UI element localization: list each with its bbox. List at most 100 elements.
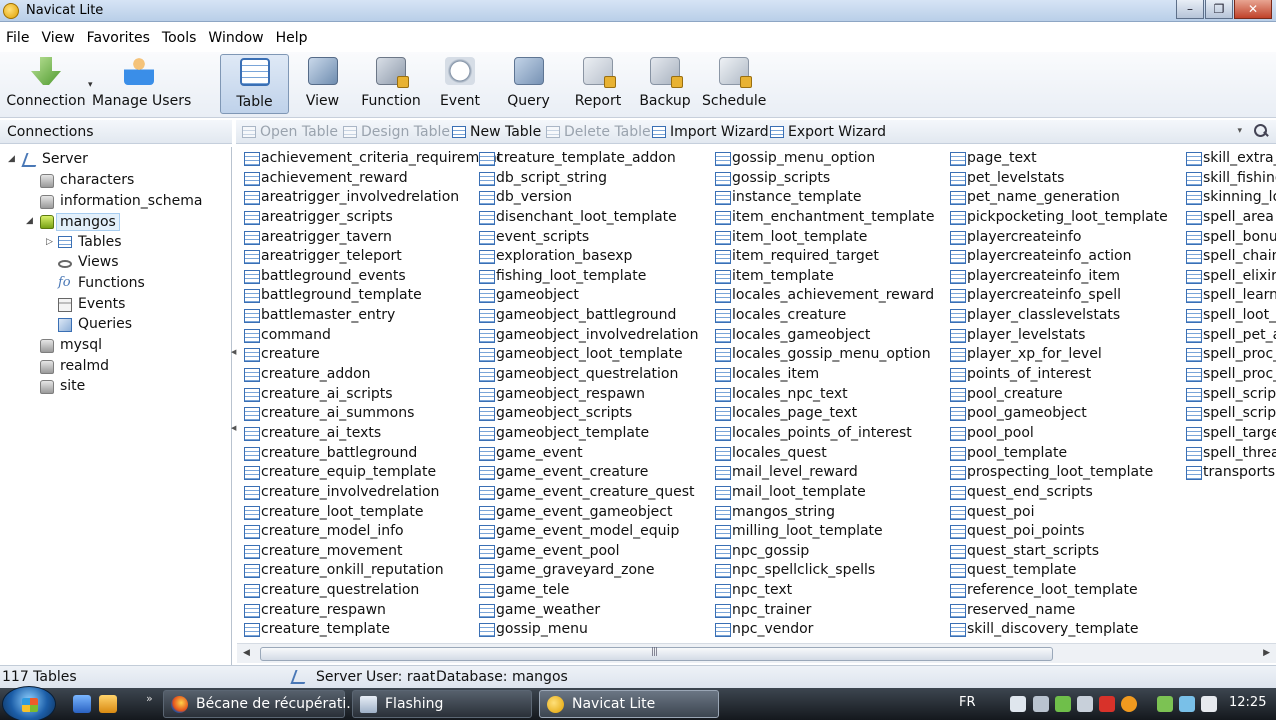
schedule-button[interactable]: Schedule — [702, 54, 766, 114]
table-item[interactable]: areatrigger_tavern — [241, 228, 502, 248]
table-item[interactable]: locales_gossip_menu_option — [712, 345, 934, 365]
table-item[interactable]: spell_elixir — [1183, 267, 1276, 287]
table-item[interactable]: npc_gossip — [712, 542, 934, 562]
table-item[interactable]: gossip_menu_option — [712, 149, 934, 169]
table-item[interactable]: pickpocketing_loot_template — [947, 208, 1168, 228]
table-item[interactable]: creature_model_info — [241, 522, 502, 542]
table-item[interactable]: quest_poi — [947, 503, 1168, 523]
table-item[interactable]: creature_ai_texts — [241, 424, 502, 444]
table-item[interactable]: player_levelstats — [947, 326, 1168, 346]
table-item[interactable]: spell_learn_s — [1183, 286, 1276, 306]
table-item[interactable]: mangos_string — [712, 503, 934, 523]
table-item[interactable]: game_event_model_equip — [476, 522, 699, 542]
table-item[interactable]: quest_start_scripts — [947, 542, 1168, 562]
horizontal-scrollbar[interactable]: ◀ ||| ▶ — [237, 643, 1276, 663]
tree-node-realmd[interactable]: realmd — [40, 357, 220, 377]
table-item[interactable]: playercreateinfo_spell — [947, 286, 1168, 306]
taskbar-item-navicat[interactable]: Navicat Lite — [539, 690, 719, 718]
tree-node-views[interactable]: Views — [58, 253, 178, 273]
table-item[interactable]: points_of_interest — [947, 365, 1168, 385]
table-item[interactable]: instance_template — [712, 188, 934, 208]
table-item[interactable]: spell_pet_au — [1183, 326, 1276, 346]
table-item[interactable]: locales_gameobject — [712, 326, 934, 346]
table-item[interactable]: creature_ai_scripts — [241, 385, 502, 405]
table-item[interactable]: pool_gameobject — [947, 404, 1168, 424]
menu-help[interactable]: Help — [270, 27, 314, 49]
table-item[interactable]: gameobject_loot_template — [476, 345, 699, 365]
language-indicator[interactable]: FR — [959, 695, 976, 710]
table-item[interactable]: spell_proc_it — [1183, 365, 1276, 385]
table-item[interactable]: db_version — [476, 188, 699, 208]
tree-node-events[interactable]: Events — [58, 295, 178, 315]
table-item[interactable]: achievement_reward — [241, 169, 502, 189]
delete-table-button[interactable]: Delete Table — [546, 124, 651, 140]
view-button[interactable]: View — [295, 54, 350, 114]
show-desktop-icon[interactable] — [73, 695, 91, 713]
export-wizard-button[interactable]: Export Wizard — [770, 124, 886, 140]
table-item[interactable]: gameobject_battleground — [476, 306, 699, 326]
media-player-icon[interactable] — [99, 695, 117, 713]
table-item[interactable]: player_classlevelstats — [947, 306, 1168, 326]
table-item[interactable]: creature_respawn — [241, 601, 502, 621]
table-item[interactable]: pet_levelstats — [947, 169, 1168, 189]
import-wizard-button[interactable]: Import Wizard — [652, 124, 769, 140]
table-item[interactable]: gameobject_involvedrelation — [476, 326, 699, 346]
table-item[interactable]: areatrigger_scripts — [241, 208, 502, 228]
table-item[interactable]: game_event_pool — [476, 542, 699, 562]
table-item[interactable]: spell_proc_e — [1183, 345, 1276, 365]
table-item[interactable]: spell_target_ — [1183, 424, 1276, 444]
table-item[interactable]: spell_loot_te — [1183, 306, 1276, 326]
usb-tray-icon[interactable] — [1157, 696, 1173, 712]
table-item[interactable]: spell_script_ — [1183, 404, 1276, 424]
table-item[interactable]: gameobject — [476, 286, 699, 306]
table-item[interactable]: item_loot_template — [712, 228, 934, 248]
quick-launch-more-icon[interactable]: » — [146, 692, 153, 705]
table-item[interactable]: game_tele — [476, 581, 699, 601]
table-item[interactable]: mail_level_reward — [712, 463, 934, 483]
tree-node-information-schema[interactable]: information_schema — [40, 192, 220, 212]
table-item[interactable]: reference_loot_template — [947, 581, 1168, 601]
table-item[interactable]: game_event_creature_quest — [476, 483, 699, 503]
tree-node-mysql[interactable]: mysql — [40, 336, 220, 356]
table-item[interactable]: transports — [1183, 463, 1276, 483]
table-item[interactable]: gossip_scripts — [712, 169, 934, 189]
table-item[interactable]: db_script_string — [476, 169, 699, 189]
open-table-button[interactable]: Open Table — [242, 124, 338, 140]
table-item[interactable]: npc_spellclick_spells — [712, 561, 934, 581]
expand-triangle-icon[interactable]: ▷ — [46, 237, 53, 247]
table-item[interactable]: locales_achievement_reward — [712, 286, 934, 306]
table-item[interactable]: player_xp_for_level — [947, 345, 1168, 365]
menu-window[interactable]: Window — [202, 27, 269, 49]
cloud-tray-icon[interactable] — [1010, 696, 1026, 712]
table-item[interactable]: command — [241, 326, 502, 346]
table-item[interactable]: skill_extra_it — [1183, 149, 1276, 169]
search-icon[interactable] — [1254, 124, 1268, 138]
table-item[interactable]: battleground_template — [241, 286, 502, 306]
taskbar-item-flashing[interactable]: Flashing — [352, 690, 532, 718]
table-item[interactable]: achievement_criteria_requirement — [241, 149, 502, 169]
table-button[interactable]: Table — [220, 54, 289, 114]
tree-node-queries[interactable]: Queries — [58, 315, 178, 335]
tree-node-functions[interactable]: fo Functions — [58, 274, 178, 294]
taskbar-item-firefox[interactable]: Bécane de récupérati... — [163, 690, 360, 718]
table-item[interactable]: creature_addon — [241, 365, 502, 385]
table-item[interactable]: skinning_loo — [1183, 188, 1276, 208]
table-item[interactable]: pool_creature — [947, 385, 1168, 405]
table-item[interactable]: npc_trainer — [712, 601, 934, 621]
scrollbar-thumb[interactable]: ||| — [260, 647, 1053, 661]
table-item[interactable]: creature_movement — [241, 542, 502, 562]
table-item[interactable]: disenchant_loot_template — [476, 208, 699, 228]
monitor-tray-icon[interactable] — [1033, 696, 1049, 712]
table-item[interactable]: locales_page_text — [712, 404, 934, 424]
table-item[interactable]: creature_involvedrelation — [241, 483, 502, 503]
volume-tray-icon[interactable] — [1077, 696, 1093, 712]
chevron-down-icon[interactable]: ▾ — [1237, 126, 1242, 136]
table-item[interactable]: areatrigger_teleport — [241, 247, 502, 267]
table-item[interactable]: pool_pool — [947, 424, 1168, 444]
table-item[interactable]: spell_area — [1183, 208, 1276, 228]
scroll-right-arrow-icon[interactable]: ▶ — [1263, 648, 1270, 658]
table-item[interactable]: milling_loot_template — [712, 522, 934, 542]
table-item[interactable]: spell_bonus_ — [1183, 228, 1276, 248]
new-table-button[interactable]: New Table — [452, 124, 541, 140]
tree-node-characters[interactable]: characters — [40, 171, 220, 191]
